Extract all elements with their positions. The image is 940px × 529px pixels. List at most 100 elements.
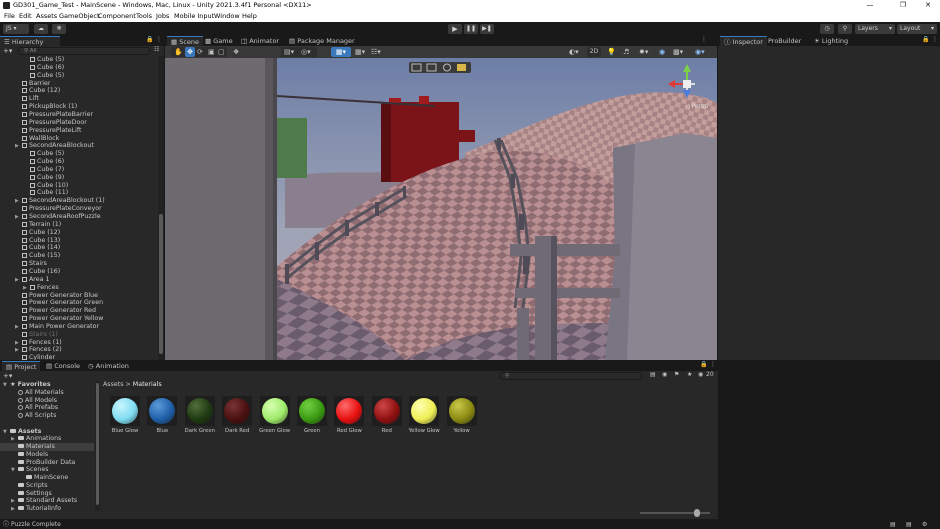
scale-tool-icon[interactable]: ▣ [208,47,215,57]
tab-animator[interactable]: ◫ Animator [237,36,283,46]
menu-file[interactable]: File [4,11,15,22]
project-search-input[interactable]: ⚲ [500,372,642,380]
hierarchy-scrollbar[interactable] [158,56,164,360]
menu-edit[interactable]: Edit [19,11,32,22]
hierarchy-row[interactable]: Cube (5) [0,72,158,80]
menu-assets[interactable]: Assets [36,11,57,22]
snap-increment-icon[interactable]: ☷▾ [371,47,381,57]
hierarchy-row[interactable]: Cube (7) [0,166,158,174]
hierarchy-row[interactable]: Power Generator Green [0,299,158,307]
lock-icon[interactable]: 🔒 [700,361,707,368]
hierarchy-row[interactable]: Cube (15) [0,252,158,260]
tab-hierarchy[interactable]: ☰ Hierarchy [0,36,60,46]
hierarchy-row[interactable]: PickupBlock (1) [0,103,158,111]
pause-button[interactable]: ❚❚ [464,24,478,34]
visibility-icon[interactable]: ◉ [659,47,665,57]
settings-icon[interactable]: ⚙ [922,520,927,529]
hierarchy-row[interactable]: ▶ SecondAreaBlockout [0,142,158,150]
hierarchy-row[interactable]: Cube (5) [0,56,158,64]
more-menu-icon[interactable]: ⋮ [932,36,938,43]
restore-icon[interactable]: ❐ [893,0,913,11]
material-asset[interactable]: Yellow [446,396,481,438]
layout-dropdown[interactable]: Layout ▾ [897,24,937,34]
tab-animation[interactable]: ◷ Animation [84,361,133,371]
menu-gameobject[interactable]: GameObject [59,11,100,22]
move-tool-icon[interactable]: ✥ [185,47,195,57]
material-asset[interactable]: Red [371,396,406,438]
close-icon[interactable]: ✕ [918,0,938,11]
hierarchy-row[interactable]: Cube (6) [0,158,158,166]
more-menu-icon[interactable]: ⋮ [156,36,162,43]
hierarchy-row[interactable]: Cube (10) [0,182,158,190]
hierarchy-row[interactable]: ▶ SecondAreaRoofPuzzle [0,213,158,221]
cloud-icon[interactable]: ☁ [34,24,48,34]
scene-viewport[interactable]: ◁ Persp [165,58,717,360]
lock-icon[interactable]: 🔒 [146,36,153,43]
project-tree-scroll-thumb[interactable] [96,383,99,505]
hierarchy-row[interactable]: ▶ Fences (1) [0,339,158,347]
rotate-tool-icon[interactable]: ⟳ [197,47,203,57]
layers-dropdown[interactable]: Layers ▾ [855,24,895,34]
tab-project[interactable]: ▤ Project [2,361,41,371]
hierarchy-row[interactable]: Cube (16) [0,268,158,276]
hierarchy-scroll-thumb[interactable] [159,214,163,354]
hierarchy-row[interactable]: ▶ Fences (2) [0,346,158,354]
hierarchy-row[interactable]: Power Generator Red [0,307,158,315]
material-asset[interactable]: Red Glow [334,396,368,438]
hierarchy-row[interactable]: ▶ SecondAreaBlockout (1) [0,197,158,205]
hierarchy-row[interactable]: Cube (14) [0,244,158,252]
asset-size-slider[interactable] [640,509,710,517]
material-asset[interactable]: Green Glow [259,396,294,438]
audio-icon[interactable]: ♬ [623,47,629,57]
tab-inspector[interactable]: ⓘ Inspector [720,36,767,46]
menu-window[interactable]: Window [214,11,240,22]
hierarchy-row[interactable]: Cube (12) [0,87,158,95]
menu-jobs[interactable]: Jobs [156,11,169,22]
scene-more-icon[interactable]: ⋮ [701,36,707,43]
material-asset[interactable]: Green [297,396,331,438]
tab-package-manager[interactable]: ▤ Package Manager [285,36,359,46]
play-button[interactable]: ▶ [448,24,462,34]
search-by-label-icon[interactable]: ◉ [662,371,667,378]
hierarchy-row[interactable]: WallBlock [0,135,158,143]
tab-console[interactable]: ▤ Console [42,361,84,371]
tab-lighting[interactable]: ☀ Lighting [810,36,852,46]
filter-icon[interactable]: ☷ [154,46,159,53]
history-icon[interactable]: ◷ [820,24,834,34]
hierarchy-row[interactable]: ▶ Area 1 [0,276,158,284]
minimize-icon[interactable]: — [860,0,880,11]
hierarchy-row[interactable]: Cube (13) [0,237,158,245]
hierarchy-search-input[interactable]: ⚲ All [18,47,150,55]
menu-help[interactable]: Help [242,11,257,22]
lock-icon[interactable]: 🔒 [922,36,929,43]
rect-tool-icon[interactable]: ▢ [218,47,225,57]
expand-arrow-icon[interactable]: ▶ [15,142,19,150]
add-object-button[interactable]: +▾ [3,47,13,55]
camera-icon[interactable]: ▩▾ [673,47,683,57]
pivot-toggle[interactable]: ▤▾ ◎▾ [281,47,317,57]
create-asset-button[interactable]: +▾ [3,372,12,380]
draw-mode-icon[interactable]: ◐▾ [569,47,579,57]
gizmos-icon[interactable]: ◉▾ [695,47,705,57]
cache-server-icon[interactable]: ▤ [890,520,896,529]
search-icon[interactable]: ⚲ [838,24,852,34]
hierarchy-row[interactable]: Power Generator Blue [0,292,158,300]
expand-arrow-icon[interactable]: ▶ [15,276,19,284]
tag-icon[interactable]: ⚑ [674,371,679,378]
search-by-type-icon[interactable]: ▤ [650,371,656,378]
expand-arrow-icon[interactable]: ▶ [15,339,19,347]
hierarchy-row[interactable]: Barrier [0,80,158,88]
hierarchy-row[interactable]: PressurePlateLift [0,127,158,135]
hand-tool-icon[interactable]: ✋ [174,47,183,57]
favorite-icon[interactable]: ★ [687,371,692,378]
material-asset[interactable]: Dark Green [185,396,219,438]
hierarchy-row[interactable]: ▶ Main Power Generator [0,323,158,331]
hierarchy-row[interactable]: PressurePlateBarrier [0,111,158,119]
lighting-icon[interactable]: 💡 [607,47,616,57]
menu-tools[interactable]: Tools [136,11,152,22]
breadcrumb-assets[interactable]: Assets [103,381,124,388]
asset-size-slider-thumb[interactable] [694,509,700,517]
material-asset[interactable]: Blue [147,396,181,438]
2d-toggle[interactable]: 2D [587,47,601,57]
expand-arrow-icon[interactable]: ▶ [15,197,19,205]
